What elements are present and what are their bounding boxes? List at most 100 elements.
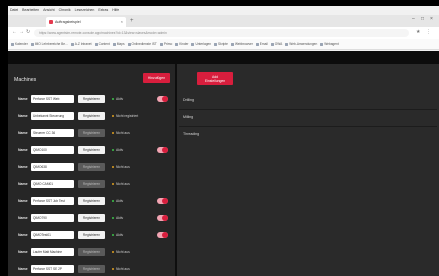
machine-toggle[interactable] <box>157 232 168 238</box>
machine-name-input[interactable]: QIMO100 <box>31 146 74 154</box>
toggle-knob <box>162 96 168 102</box>
register-button[interactable]: Registrieren <box>78 180 105 188</box>
bookmark-label: Primo <box>163 42 173 46</box>
machine-name-input[interactable]: QIMO CAM01 <box>31 180 74 188</box>
machine-toggle[interactable] <box>157 96 168 102</box>
extensions-icon[interactable]: ★ <box>416 30 420 35</box>
register-button[interactable]: Registrieren <box>78 95 105 103</box>
machine-toggle[interactable] <box>157 147 168 153</box>
machine-status: Nicht aus <box>116 131 130 135</box>
bookmark-icon <box>270 42 274 46</box>
register-button[interactable]: Registrieren <box>78 248 105 256</box>
machine-name-input[interactable]: QIMOTest01 <box>31 231 74 239</box>
machine-name-input[interactable]: QIMO790 <box>31 214 74 222</box>
bookmark-label: A-Z Intranet <box>74 42 92 46</box>
bookmark-label: Onlinedienste IST <box>131 42 157 46</box>
bookmark-icon <box>175 42 179 46</box>
register-button[interactable]: Registrieren <box>78 214 105 222</box>
close-window-button[interactable]: × <box>430 16 433 22</box>
divider <box>179 109 437 110</box>
bookmark-item[interactable]: Skripte <box>214 42 228 46</box>
bookmark-item[interactable]: Email <box>255 42 268 46</box>
machine-name-label: Name <box>18 267 28 271</box>
bookmark-item[interactable]: Kalender <box>11 42 28 46</box>
bookmark-label: IMO Lehrbereiche Be... <box>34 42 68 46</box>
bookmark-label: Skripte <box>218 42 228 46</box>
machine-status: Aktiv <box>116 199 124 203</box>
status-dot-icon <box>112 98 115 101</box>
machine-status: Nicht registriert <box>116 114 139 118</box>
machine-row: Name Steuerer CC 36 Registrieren Nicht aus <box>8 127 175 139</box>
machine-name-input[interactable]: Unbekannt Steuerung <box>31 112 74 120</box>
browser-tab[interactable]: Auftragsbeispiel × <box>46 17 126 27</box>
add-machine-button[interactable]: Hinzufügen <box>143 73 170 83</box>
bookmark-item[interactable]: Webbrowser <box>230 42 253 46</box>
maximize-button[interactable]: □ <box>421 16 424 22</box>
machine-toggle[interactable] <box>157 215 168 221</box>
machine-name-label: Name <box>18 250 28 254</box>
register-button[interactable]: Registrieren <box>78 163 105 171</box>
machine-status: Aktiv <box>116 97 124 101</box>
menu-item-view[interactable]: Ansicht <box>43 8 54 15</box>
menu-item-bookmarks[interactable]: Lesezeichen <box>75 8 95 15</box>
tab-close-icon[interactable]: × <box>121 19 123 24</box>
menu-item-tools[interactable]: Extras <box>98 8 108 15</box>
bookmark-item[interactable]: Primo <box>159 42 173 46</box>
bookmark-item[interactable]: Webagent <box>320 42 339 46</box>
machine-toggle[interactable] <box>157 198 168 204</box>
status-dot-icon <box>112 149 115 152</box>
reload-icon[interactable]: ↻ <box>26 30 30 35</box>
app-page: Machines Hinzufügen Name Perforce SST Web… <box>8 51 439 276</box>
tab-title: Auftragsbeispiel <box>55 20 81 24</box>
status-dot-icon <box>112 115 115 118</box>
machine-name-label: Name <box>18 233 28 237</box>
bookmark-item[interactable]: Content <box>94 42 110 46</box>
machine-name-input[interactable]: Perforce SST SE 2P <box>31 265 74 273</box>
menu-item-history[interactable]: Chronik <box>59 8 71 15</box>
menu-item-help[interactable]: Hilfe <box>112 8 119 15</box>
back-icon[interactable]: ← <box>12 30 17 35</box>
section-milling[interactable]: Milling <box>183 115 193 119</box>
add-settings-label-2: Einstellungen <box>204 78 226 83</box>
machine-status: Aktiv <box>116 148 124 152</box>
machine-row: Name Laufer Matt Machine Registrieren Nicht… <box>8 246 175 258</box>
bookmark-item[interactable]: OWA <box>270 42 282 46</box>
bookmark-item[interactable]: IMO Lehrbereiche Be... <box>30 42 68 46</box>
machine-name-label: Name <box>18 182 28 186</box>
bookmark-item[interactable]: Maps <box>112 42 125 46</box>
machine-name-input[interactable]: Steuerer CC 36 <box>31 129 74 137</box>
machine-name-label: Name <box>18 131 28 135</box>
register-button[interactable]: Registrieren <box>78 146 105 154</box>
menu-item-edit[interactable]: Bearbeiten <box>22 8 39 15</box>
machine-status: Nicht aus <box>116 267 130 271</box>
section-threading[interactable]: Threading <box>183 132 199 136</box>
machine-name-input[interactable]: Perforce SST Job Test <box>31 197 74 205</box>
register-button[interactable]: Registrieren <box>78 129 105 137</box>
menu-icon[interactable]: ⋮ <box>426 30 431 35</box>
bookmark-item[interactable]: A-Z Intranet <box>70 42 92 46</box>
status-dot-icon <box>112 268 115 271</box>
minimize-button[interactable]: – <box>412 16 415 22</box>
register-button[interactable]: Registrieren <box>78 265 105 273</box>
bookmark-item[interactable]: Unterlagen <box>191 42 211 46</box>
machine-name-input[interactable]: Laufer Matt Machine <box>31 248 74 256</box>
register-button[interactable]: Registrieren <box>78 112 105 120</box>
new-tab-button[interactable]: + <box>130 18 134 24</box>
register-button[interactable]: Registrieren <box>78 197 105 205</box>
machine-name-input[interactable]: Perforce SST Web <box>31 95 74 103</box>
forward-icon[interactable]: → <box>19 30 24 35</box>
address-bar[interactable]: https://www.agentsim-remote-console.app/… <box>34 29 409 37</box>
machine-status: Nicht aus <box>116 182 130 186</box>
bookmark-item[interactable]: Onlinedienste IST <box>127 42 157 46</box>
add-settings-button[interactable]: Add Einstellungen <box>197 72 233 85</box>
bookmark-icon <box>159 42 163 46</box>
section-drilling[interactable]: Drilling <box>183 98 194 102</box>
bookmark-item[interactable]: Kinder <box>175 42 188 46</box>
bookmark-item[interactable]: Web-Anwendungen <box>285 42 317 46</box>
machine-name-input[interactable]: QIMO638 <box>31 163 74 171</box>
status-dot-icon <box>112 251 115 254</box>
menu-item-file[interactable]: Datei <box>10 8 18 15</box>
bookmark-icon <box>230 42 234 46</box>
app-header <box>8 51 439 64</box>
register-button[interactable]: Registrieren <box>78 231 105 239</box>
